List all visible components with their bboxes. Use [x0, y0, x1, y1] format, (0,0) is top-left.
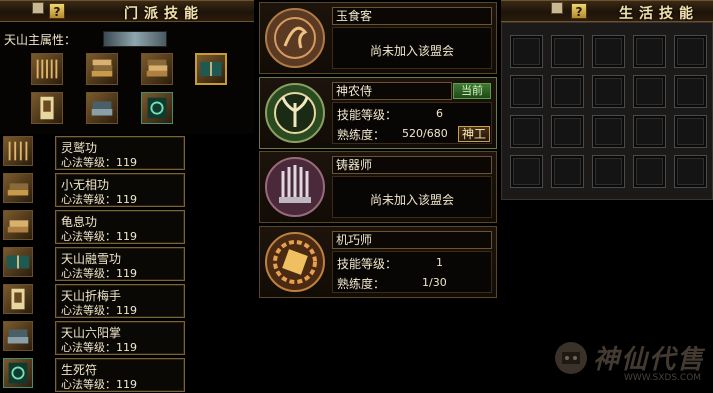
attribute-badge [103, 31, 167, 47]
not-joined-message: 尚未加入该盟会 [369, 193, 454, 207]
life-skills-header: ? 生活技能 [501, 0, 713, 22]
gear-emblem-icon [263, 230, 327, 294]
empty-item-slot[interactable] [510, 155, 543, 188]
empty-item-slot[interactable] [674, 115, 707, 148]
dragon-emblem-icon [263, 6, 327, 70]
empty-item-slot[interactable] [510, 35, 543, 68]
talisman-icon[interactable] [3, 358, 33, 388]
skill-level: 心法等级：119 [61, 378, 137, 391]
watermark-url: WWW.SXDS.COM [624, 373, 702, 383]
book-stack-icon[interactable] [86, 92, 118, 124]
book-stack-icon[interactable] [3, 210, 33, 240]
guild-body: 技能等级： 1 熟练度： 1/30 [332, 251, 492, 293]
empty-item-slot[interactable] [551, 75, 584, 108]
guild-body: 尚未加入该盟会 [332, 27, 492, 69]
skill-level: 心法等级：119 [61, 267, 137, 280]
header-ornament [551, 2, 563, 14]
skill-row[interactable]: 天山折梅手 心法等级：119 [55, 284, 185, 318]
empty-item-slot[interactable] [592, 155, 625, 188]
guild-card-artisan[interactable]: 机巧师 技能等级： 1 熟练度： 1/30 [259, 226, 497, 298]
empty-item-slot[interactable] [592, 115, 625, 148]
proficiency-label: 熟练度： [337, 128, 386, 142]
book-stack-icon[interactable] [86, 53, 118, 85]
guild-title: 神农侍 [332, 82, 452, 100]
forge-emblem-icon [263, 155, 327, 219]
empty-item-slot[interactable] [592, 75, 625, 108]
empty-item-slot[interactable] [674, 75, 707, 108]
life-skills-title: 生活技能 [619, 6, 699, 22]
book-stack-icon[interactable] [3, 173, 33, 203]
guild-card-herbalist[interactable]: 神农侍 当前 技能等级： 6 熟练度： 520/680 神工 [259, 77, 497, 149]
skill-row[interactable]: 小无相功 心法等级：119 [55, 173, 185, 207]
open-book-icon[interactable] [3, 247, 33, 277]
life-inventory-panel [501, 22, 713, 200]
scroll-icon[interactable] [3, 284, 33, 314]
skill-level-label: 技能等级： [337, 108, 398, 122]
life-help-button[interactable]: ? [571, 3, 587, 19]
skill-row[interactable]: 灵鹫功 心法等级：119 [55, 136, 185, 170]
scroll-icon[interactable] [31, 92, 63, 124]
skill-level: 心法等级：119 [61, 156, 137, 169]
attribute-label: 天山主属性： [4, 33, 77, 47]
empty-item-slot[interactable] [633, 75, 666, 108]
guild-title: 机巧师 [332, 231, 492, 249]
watermark-logo [553, 340, 589, 376]
open-book-icon[interactable] [195, 53, 227, 85]
skill-level-value: 6 [436, 107, 443, 120]
shengong-button[interactable]: 神工 [458, 126, 490, 142]
guild-title: 铸器师 [332, 156, 492, 174]
guild-card-cook[interactable]: 玉食客 尚未加入该盟会 [259, 2, 497, 74]
empty-item-slot[interactable] [551, 155, 584, 188]
proficiency-label: 熟练度： [337, 277, 386, 291]
empty-item-slot[interactable] [674, 35, 707, 68]
guild-title: 玉食客 [332, 7, 492, 25]
scroll-bundle-icon[interactable] [3, 136, 33, 166]
skill-level: 心法等级：119 [61, 304, 137, 317]
empty-item-slot[interactable] [510, 115, 543, 148]
header-ornament [32, 2, 44, 14]
empty-item-slot[interactable] [674, 155, 707, 188]
skill-level-value: 1 [436, 256, 443, 269]
skill-row[interactable]: 天山融雪功 心法等级：119 [55, 247, 185, 281]
sect-help-button[interactable]: ? [49, 3, 65, 19]
empty-item-slot[interactable] [633, 155, 666, 188]
current-badge: 当前 [453, 83, 491, 99]
book-stack-icon[interactable] [141, 53, 173, 85]
empty-item-slot[interactable] [633, 115, 666, 148]
guild-card-smith[interactable]: 铸器师 尚未加入该盟会 [259, 151, 497, 223]
book-stack-icon[interactable] [3, 321, 33, 351]
skill-row[interactable]: 生死符 心法等级：119 [55, 358, 185, 392]
empty-item-slot[interactable] [510, 75, 543, 108]
skill-level-label: 技能等级： [337, 257, 398, 271]
herb-emblem-icon [263, 81, 327, 145]
skill-level: 心法等级：119 [61, 230, 137, 243]
talisman-icon[interactable] [141, 92, 173, 124]
skill-level: 心法等级：119 [61, 341, 137, 354]
proficiency-value: 1/30 [422, 276, 447, 289]
not-joined-message: 尚未加入该盟会 [369, 44, 454, 58]
guild-body: 尚未加入该盟会 [332, 176, 492, 218]
empty-item-slot[interactable] [633, 35, 666, 68]
skill-row[interactable]: 天山六阳掌 心法等级：119 [55, 321, 185, 355]
empty-item-slot[interactable] [551, 35, 584, 68]
scroll-bundle-icon[interactable] [31, 53, 63, 85]
watermark-text: 神仙代售 [593, 345, 706, 375]
skill-level: 心法等级：119 [61, 193, 137, 206]
proficiency-value: 520/680 [402, 127, 448, 140]
empty-item-slot[interactable] [551, 115, 584, 148]
sect-skills-title: 门派技能 [124, 6, 204, 22]
sect-skills-header: ? 门派技能 [0, 0, 254, 22]
empty-item-slot[interactable] [592, 35, 625, 68]
skill-row[interactable]: 龟息功 心法等级：119 [55, 210, 185, 244]
